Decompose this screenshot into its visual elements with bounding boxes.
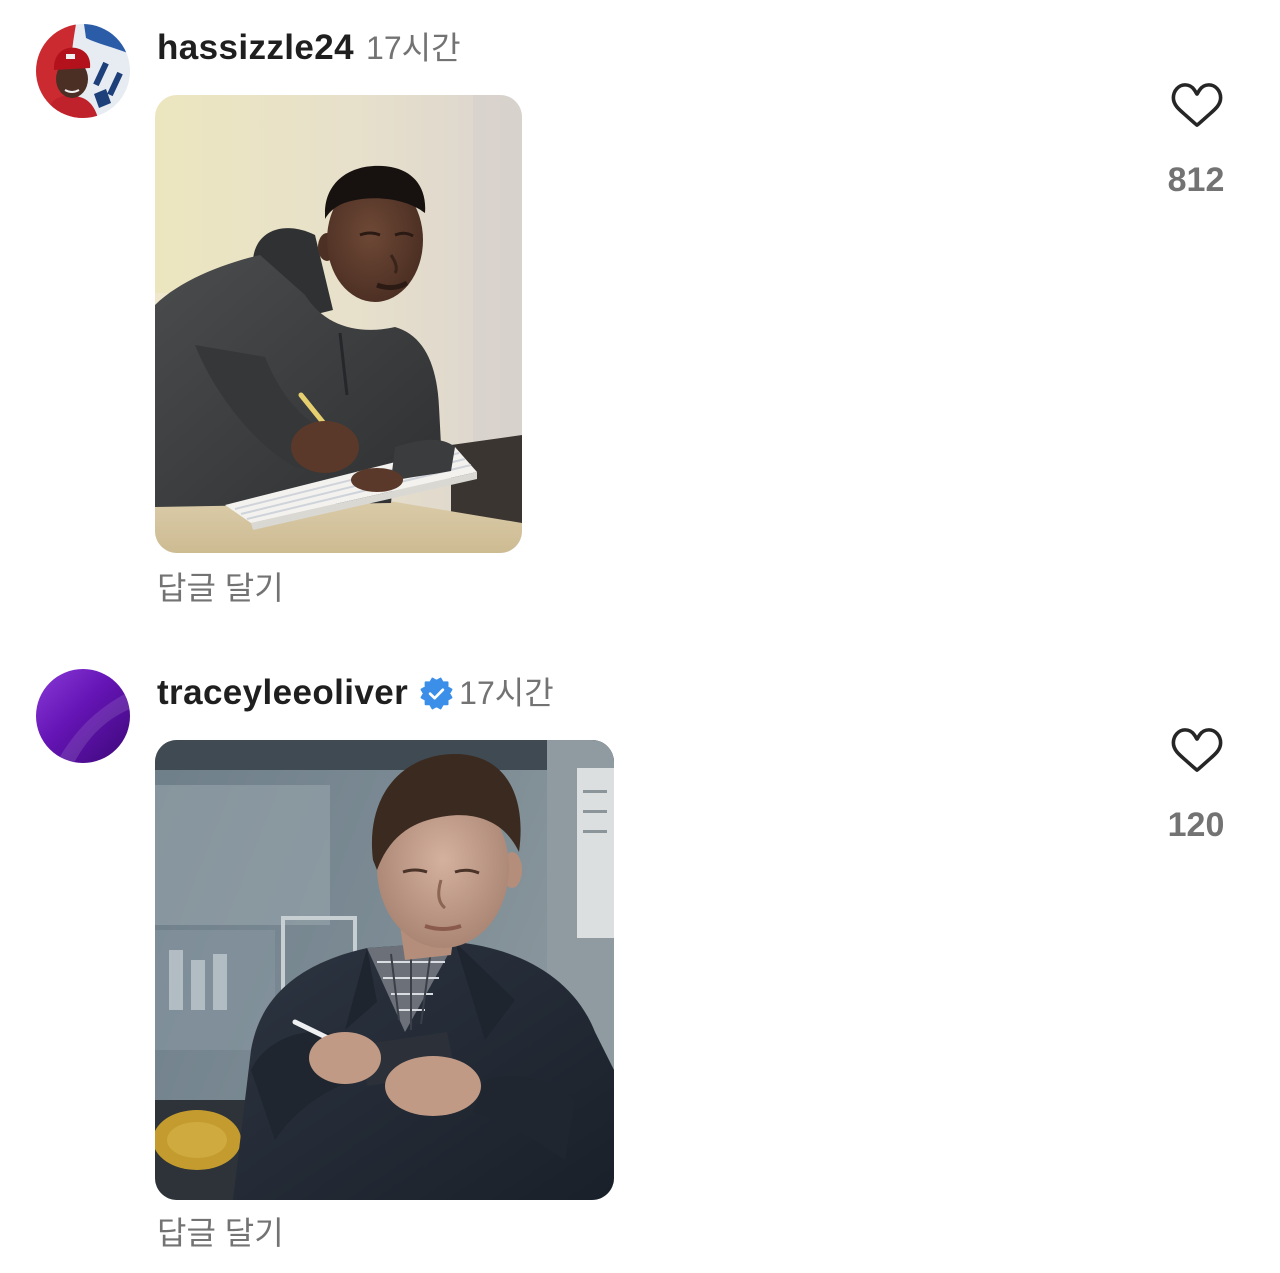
heart-outline-icon[interactable] [1170, 723, 1224, 777]
reply-button[interactable]: 답글 달기 [157, 1211, 284, 1255]
comment-timestamp: 17시간 [366, 30, 461, 66]
comment-media-picture [155, 95, 522, 553]
avatar-photo [36, 24, 130, 118]
comment-media [155, 740, 614, 1200]
comment-media [155, 95, 522, 553]
username-link[interactable]: traceyleeoliver [157, 671, 408, 715]
avatar-photo [36, 669, 130, 763]
heart-outline-icon[interactable] [1170, 78, 1224, 132]
comment-timestamp: 17시간 [459, 675, 554, 711]
verified-badge-icon [420, 677, 453, 709]
comment-item: traceyleeoliver 17시간 답글 달기 120 [0, 645, 1280, 1273]
comment-header: traceyleeoliver 17시간 [157, 671, 554, 715]
comment-item: hassizzle24 17시간 답글 달기 812 [0, 0, 1280, 645]
comment-header: hassizzle24 17시간 [157, 26, 461, 70]
like-count[interactable]: 812 [1136, 158, 1256, 202]
like-count[interactable]: 120 [1136, 803, 1256, 847]
reply-button[interactable]: 답글 달기 [157, 566, 284, 610]
user-avatar[interactable] [36, 669, 130, 763]
username-link[interactable]: hassizzle24 [157, 26, 354, 70]
comment-media-picture [155, 740, 614, 1200]
user-avatar[interactable] [36, 24, 130, 118]
